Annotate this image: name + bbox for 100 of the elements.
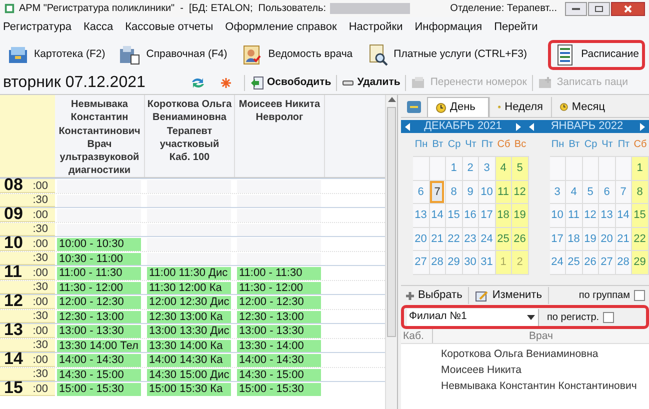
next-month-icon[interactable] — [637, 122, 647, 132]
view-tab[interactable]: Месяц — [551, 97, 613, 117]
calendar-day[interactable]: 4 — [496, 157, 512, 180]
appointment-slot[interactable]: 13:30 14:00 Ка — [147, 340, 231, 352]
calendar-day[interactable]: 13 — [599, 204, 616, 226]
appointment-slot[interactable]: 12:30 13:00 Ка — [147, 310, 231, 323]
checkbox[interactable] — [634, 290, 645, 301]
caret-icon[interactable] — [526, 312, 536, 322]
calendar-day[interactable]: 1 — [496, 251, 512, 274]
toolbar-button[interactable]: Ведомость врача — [238, 40, 356, 70]
appointment-slot[interactable]: 15:00 - 15:30 — [237, 383, 321, 396]
appointment-slot[interactable]: 14:30 - 15:00 — [57, 368, 141, 381]
calendar-day[interactable]: 28 — [616, 251, 632, 274]
calendar-day[interactable]: 3 — [550, 180, 566, 203]
appointment-slot[interactable]: 12:00 - 12:30 — [57, 296, 141, 308]
previous-month-icon[interactable] — [403, 122, 413, 132]
calendar-day[interactable]: 4 — [566, 180, 582, 203]
appointment-slot[interactable]: 13:00 - 13:30 — [237, 325, 321, 338]
toolbar-button[interactable]: Платные услуги (CTRL+F3) — [364, 40, 530, 70]
next-month-icon[interactable] — [513, 122, 523, 132]
calendar-day[interactable]: 2 — [512, 251, 528, 274]
doctor-list-item[interactable]: Короткова Ольга Вениаминовна — [441, 346, 649, 362]
appointment-slot[interactable]: 14:00 - 14:30 — [57, 354, 141, 366]
appointment-slot[interactable]: 13:00 13:30 Дис — [147, 325, 231, 338]
appointment-slot[interactable]: 14:00 14:30 Ка — [147, 354, 231, 366]
previous-month-icon[interactable] — [527, 122, 537, 132]
calendar-day[interactable]: 6 — [599, 180, 616, 203]
calendar-day[interactable]: 20 — [413, 228, 430, 250]
action-button[interactable]: Освободить — [244, 75, 336, 91]
calendar-day[interactable]: 15 — [632, 204, 648, 226]
calendar-day[interactable]: 24 — [479, 228, 496, 250]
calendar-day[interactable]: 19 — [512, 204, 528, 226]
calendar-day[interactable]: 26 — [512, 228, 528, 250]
calendar-day[interactable]: 10 — [550, 204, 566, 226]
calendar-day[interactable]: 28 — [430, 251, 446, 274]
calendar-day[interactable]: 31 — [479, 251, 496, 274]
appointment-slot[interactable]: 12:00 12:30 Дис — [147, 296, 231, 308]
calendar-day[interactable]: 16 — [462, 204, 479, 226]
menu-item[interactable]: Кассовые отчеты — [125, 19, 214, 36]
appointment-slot[interactable]: 12:30 - 13:00 — [237, 310, 321, 323]
doctor-list-item[interactable]: Невмывака Константин Константинович — [441, 378, 649, 394]
view-tab[interactable]: День — [427, 97, 489, 117]
calendar-day[interactable]: 30 — [462, 251, 479, 274]
doctor-list-item[interactable]: Моисеев Никита — [441, 362, 649, 378]
calendar-day[interactable]: 12 — [582, 204, 599, 226]
calendar-day[interactable]: 13 — [413, 204, 430, 226]
appointment-slot[interactable]: 11:30 - 12:00 — [57, 282, 141, 294]
empty-slot[interactable] — [57, 180, 141, 192]
calendar-day[interactable]: 5 — [512, 157, 528, 180]
empty-slot[interactable] — [237, 252, 321, 265]
panel-button[interactable]: Изменить — [475, 287, 549, 304]
calendar-day[interactable]: 24 — [550, 251, 566, 274]
calendar-day[interactable]: 14 — [616, 204, 632, 226]
asterisk-icon[interactable] — [220, 77, 232, 89]
sync-icon[interactable] — [406, 100, 422, 114]
toolbar-button[interactable]: Справочная (F4) — [116, 40, 230, 70]
empty-slot[interactable] — [237, 209, 321, 222]
calendar-day[interactable]: 10 — [479, 180, 496, 203]
calendar-day[interactable]: 27 — [599, 251, 616, 274]
calendar-day[interactable]: 3 — [479, 157, 496, 180]
appointment-slot[interactable]: 13:30 14:00 Тел — [57, 340, 141, 352]
calendar-day[interactable]: 14 — [430, 204, 446, 226]
appointment-slot[interactable]: 14:30 - 15:00 — [237, 368, 321, 381]
appointment-slot[interactable]: 11:00 - 11:30 — [57, 267, 141, 280]
calendar-day[interactable]: 27 — [413, 251, 430, 274]
empty-slot[interactable] — [237, 238, 321, 250]
calendar-day[interactable]: 15 — [446, 204, 462, 226]
appointment-slot[interactable]: 11:30 - 12:00 — [237, 282, 321, 294]
empty-slot[interactable] — [147, 238, 231, 250]
toolbar-button[interactable]: Расписание — [548, 40, 645, 70]
calendar-day[interactable]: 1 — [446, 157, 462, 180]
calendar-day[interactable]: 8 — [446, 180, 462, 203]
appointment-slot[interactable]: 11:00 11:30 Дис — [147, 267, 231, 280]
appointment-slot[interactable]: 10:30 - 11:00 — [57, 252, 141, 265]
calendar-day[interactable]: 25 — [566, 251, 582, 274]
calendar-day[interactable]: 20 — [599, 228, 616, 250]
appointment-slot[interactable]: 15:00 15:30 Ка — [147, 383, 231, 396]
appointment-slot[interactable]: 15:00 - 15:30 — [57, 383, 141, 396]
calendar-day[interactable]: 18 — [496, 204, 512, 226]
empty-slot[interactable] — [237, 180, 321, 192]
empty-slot[interactable] — [57, 194, 141, 207]
calendar-day[interactable]: 6 — [413, 180, 430, 203]
calendar-day[interactable]: 1 — [632, 157, 648, 180]
menu-item[interactable]: Регистратура — [3, 19, 72, 36]
calendar-day[interactable]: 22 — [446, 228, 462, 250]
calendar-day[interactable]: 29 — [632, 251, 648, 274]
calendar-day[interactable]: 29 — [446, 251, 462, 274]
empty-slot[interactable] — [147, 252, 231, 265]
empty-slot[interactable] — [147, 180, 231, 192]
calendar-day[interactable]: 22 — [632, 228, 648, 250]
appointment-slot[interactable]: 14:30 15:00 Дис — [147, 368, 231, 381]
appointment-slot[interactable]: 10:00 - 10:30 — [57, 238, 141, 250]
calendar-day[interactable]: 18 — [566, 228, 582, 250]
appointment-slot[interactable]: 12:30 - 13:00 — [57, 310, 141, 323]
toolbar-button[interactable]: Картотека (F2) — [4, 40, 108, 70]
menu-item[interactable]: Информация — [414, 19, 482, 36]
minimize-button[interactable] — [565, 2, 587, 16]
refresh-icon[interactable] — [190, 76, 206, 90]
empty-slot[interactable] — [57, 209, 141, 222]
empty-slot[interactable] — [147, 224, 231, 236]
